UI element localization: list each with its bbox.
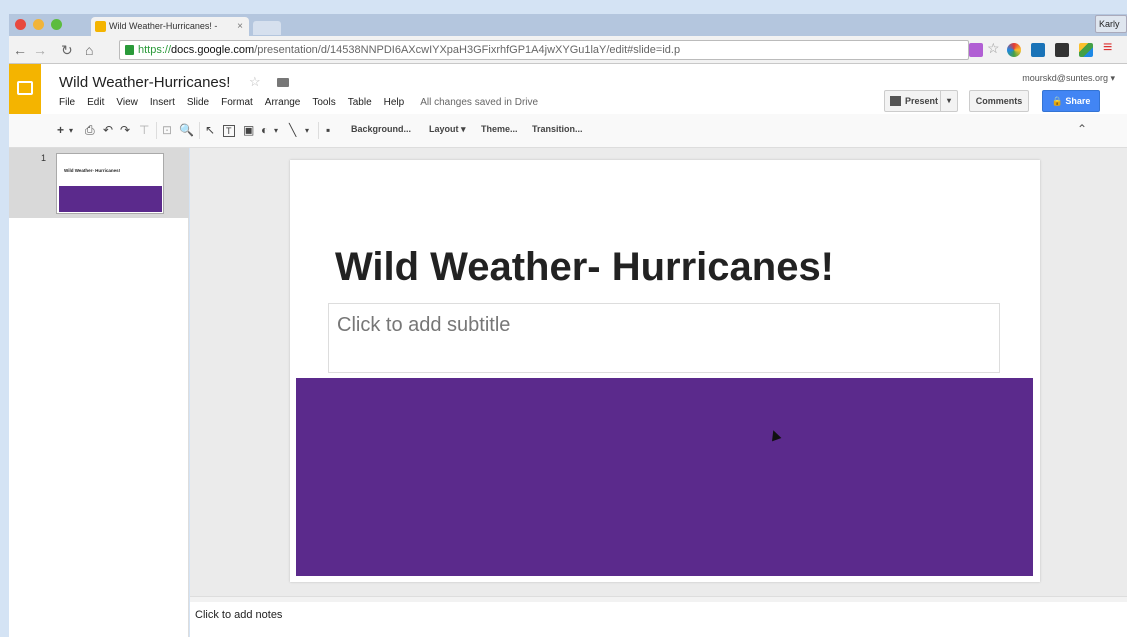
toolbar-divider bbox=[156, 122, 157, 139]
menu-arrange[interactable]: Arrange bbox=[265, 97, 301, 108]
film-extension-icon[interactable] bbox=[1055, 43, 1069, 57]
save-status: All changes saved in Drive bbox=[420, 97, 539, 108]
document-title[interactable]: Wild Weather-Hurricanes! bbox=[59, 74, 230, 91]
subtitle-placeholder: Click to add subtitle bbox=[337, 314, 511, 336]
menu-view[interactable]: View bbox=[116, 97, 138, 108]
layout-button[interactable]: Layout ▾ bbox=[429, 124, 466, 135]
tab-close-icon[interactable]: × bbox=[237, 17, 243, 36]
shape-icon[interactable]: ◐ bbox=[261, 123, 268, 137]
line-dropdown-icon[interactable]: ▾ bbox=[305, 126, 309, 135]
speaker-notes[interactable]: Click to add notes bbox=[190, 602, 1127, 637]
lock-icon bbox=[125, 45, 134, 55]
theme-button[interactable]: Theme... bbox=[481, 124, 518, 134]
browser-menu-icon[interactable]: ≡ bbox=[1103, 39, 1112, 57]
slide-number: 1 bbox=[41, 153, 47, 163]
new-tab-button[interactable] bbox=[253, 21, 281, 35]
share-button[interactable]: 🔒 Share bbox=[1042, 90, 1100, 112]
home-icon[interactable]: ⌂ bbox=[85, 42, 93, 58]
minimize-window-button[interactable] bbox=[33, 19, 44, 30]
menu-insert[interactable]: Insert bbox=[150, 97, 175, 108]
thumbnail-purple-band bbox=[59, 186, 162, 212]
browser-tab-active[interactable]: Wild Weather-Hurricanes! - × bbox=[91, 17, 249, 36]
slide[interactable]: Wild Weather- Hurricanes! Click to add s… bbox=[290, 160, 1040, 582]
notes-placeholder: Click to add notes bbox=[195, 609, 283, 621]
menu-format[interactable]: Format bbox=[221, 97, 253, 108]
slide-canvas: Wild Weather- Hurricanes! Click to add s… bbox=[190, 148, 1127, 600]
user-account[interactable]: mourskd@suntes.org ▾ bbox=[1022, 73, 1115, 84]
browser-toolbar: ← → ↻ ⌂ https://docs.google.com/presenta… bbox=[9, 36, 1127, 64]
user-email: mourskd@suntes.org bbox=[1022, 73, 1108, 83]
subtitle-placeholder-box[interactable]: Click to add subtitle bbox=[328, 303, 1000, 373]
shape-dropdown-icon[interactable]: ▾ bbox=[274, 126, 278, 135]
zoom-fit-icon[interactable]: ⊡ bbox=[162, 123, 172, 137]
profile-button[interactable]: Karly bbox=[1095, 15, 1127, 33]
drive-extension-icon[interactable] bbox=[1079, 43, 1093, 57]
slides-favicon-icon bbox=[95, 21, 106, 32]
url-protocol: https:// bbox=[138, 44, 172, 56]
print-icon[interactable]: ⎙ bbox=[85, 123, 95, 138]
color-wheel-extension-icon[interactable] bbox=[1007, 43, 1021, 57]
select-arrow-icon[interactable]: ↖ bbox=[205, 123, 215, 137]
present-dropdown-icon[interactable]: ▾ bbox=[940, 91, 957, 111]
line-icon[interactable]: ╲ bbox=[289, 123, 296, 137]
layout-label: Layout bbox=[429, 124, 459, 134]
close-window-button[interactable] bbox=[15, 19, 26, 30]
forward-arrow-icon[interactable]: → bbox=[33, 42, 47, 58]
bookmark-star-icon[interactable]: ☆ bbox=[987, 40, 1000, 57]
address-bar[interactable]: https://docs.google.com/presentation/d/1… bbox=[119, 40, 969, 60]
share-label: Share bbox=[1065, 96, 1091, 106]
slide-title[interactable]: Wild Weather- Hurricanes! bbox=[335, 245, 834, 290]
menu-help[interactable]: Help bbox=[384, 97, 405, 108]
present-label: Present bbox=[905, 96, 939, 106]
menu-table[interactable]: Table bbox=[348, 97, 372, 108]
toolbar-divider bbox=[318, 122, 319, 139]
new-slide-dropdown-icon[interactable]: ▾ bbox=[69, 126, 73, 135]
url-host: docs.google.com bbox=[171, 44, 255, 56]
comment-icon[interactable]: ▪ bbox=[326, 123, 330, 137]
thumbnail-title: Wild Weather- Hurricanes! bbox=[64, 168, 121, 173]
present-button[interactable]: Present ▾ bbox=[884, 90, 958, 112]
star-icon[interactable]: ☆ bbox=[249, 74, 261, 90]
slides-logo-icon[interactable] bbox=[9, 64, 41, 114]
slides-header: Wild Weather-Hurricanes! ☆ File Edit Vie… bbox=[9, 64, 1127, 114]
background-button[interactable]: Background... bbox=[351, 124, 411, 134]
transition-button[interactable]: Transition... bbox=[532, 124, 583, 134]
paint-format-icon[interactable]: ⊤ bbox=[139, 123, 149, 137]
menu-file[interactable]: File bbox=[59, 97, 75, 108]
extension-puzzle-icon[interactable] bbox=[969, 43, 983, 57]
menu-tools[interactable]: Tools bbox=[312, 97, 335, 108]
undo-icon[interactable]: ↶ bbox=[103, 123, 113, 137]
browser-tab-strip: Wild Weather-Hurricanes! - × Karly bbox=[9, 14, 1127, 36]
text-box-icon[interactable]: T bbox=[223, 125, 235, 137]
new-slide-icon[interactable]: + bbox=[57, 123, 64, 137]
tab-title: Wild Weather-Hurricanes! - bbox=[109, 21, 218, 31]
purple-shape[interactable] bbox=[296, 378, 1033, 576]
zoom-icon[interactable]: 🔍 bbox=[179, 123, 194, 137]
slide-filmstrip: 1 Wild Weather- Hurricanes! bbox=[9, 148, 189, 637]
back-arrow-icon[interactable]: ← bbox=[13, 42, 27, 58]
image-icon[interactable]: ▣ bbox=[243, 123, 254, 137]
menu-slide[interactable]: Slide bbox=[187, 97, 209, 108]
reload-icon[interactable]: ↻ bbox=[61, 42, 73, 59]
collapse-toolbar-icon[interactable]: ⌃ bbox=[1077, 122, 1087, 136]
filmstrip-slide-selected[interactable]: 1 Wild Weather- Hurricanes! bbox=[9, 148, 189, 218]
redo-icon[interactable]: ↷ bbox=[120, 123, 130, 137]
slide-thumbnail[interactable]: Wild Weather- Hurricanes! bbox=[56, 153, 164, 214]
maximize-window-button[interactable] bbox=[51, 19, 62, 30]
menu-edit[interactable]: Edit bbox=[87, 97, 104, 108]
folder-icon[interactable] bbox=[277, 78, 289, 87]
editing-toolbar: + ▾ ⎙ ↶ ↷ ⊤ ⊡ 🔍 ↖ T ▣ ◐ ▾ ╲ ▾ ▪ Backgrou… bbox=[9, 114, 1127, 148]
menu-bar: File Edit View Insert Slide Format Arran… bbox=[59, 97, 550, 108]
comments-button[interactable]: Comments bbox=[969, 90, 1029, 112]
present-icon bbox=[890, 96, 901, 106]
s-extension-icon[interactable] bbox=[1031, 43, 1045, 57]
url-path: /presentation/d/14538NNPDI6AXcwIYXpaH3GF… bbox=[254, 44, 681, 56]
toolbar-divider bbox=[199, 122, 200, 139]
